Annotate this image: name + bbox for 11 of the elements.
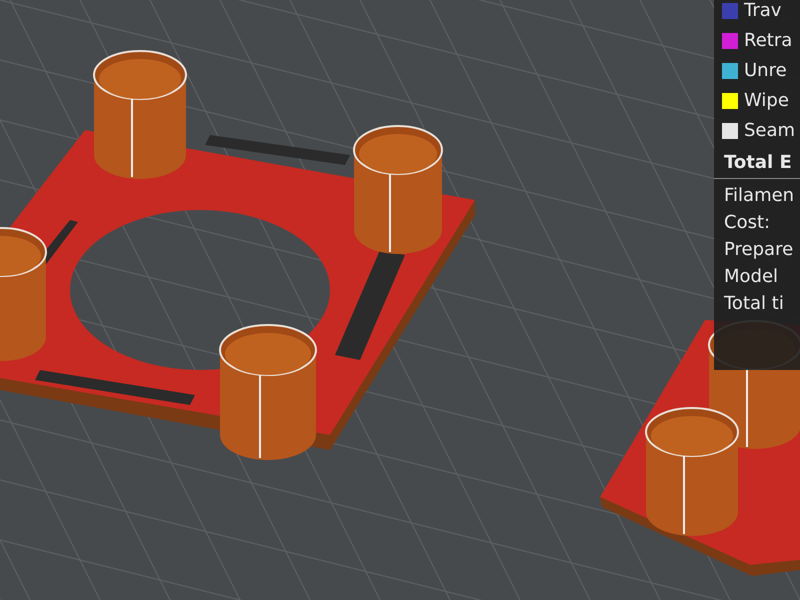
legend-label: Retra xyxy=(744,32,792,50)
estimates-title: Total E xyxy=(714,154,800,179)
legend-label: Trav xyxy=(744,2,782,20)
legend-label: Wipe xyxy=(744,92,789,110)
estimate-label: Cost: xyxy=(724,214,772,232)
estimate-label: Total ti xyxy=(724,295,785,313)
estimate-label: Prepare xyxy=(724,241,794,259)
legend-label: Seam xyxy=(744,122,796,140)
legend-label: Unre xyxy=(744,62,787,80)
estimate-label: Model xyxy=(724,268,780,286)
estimate-label: Filamen xyxy=(724,187,796,205)
